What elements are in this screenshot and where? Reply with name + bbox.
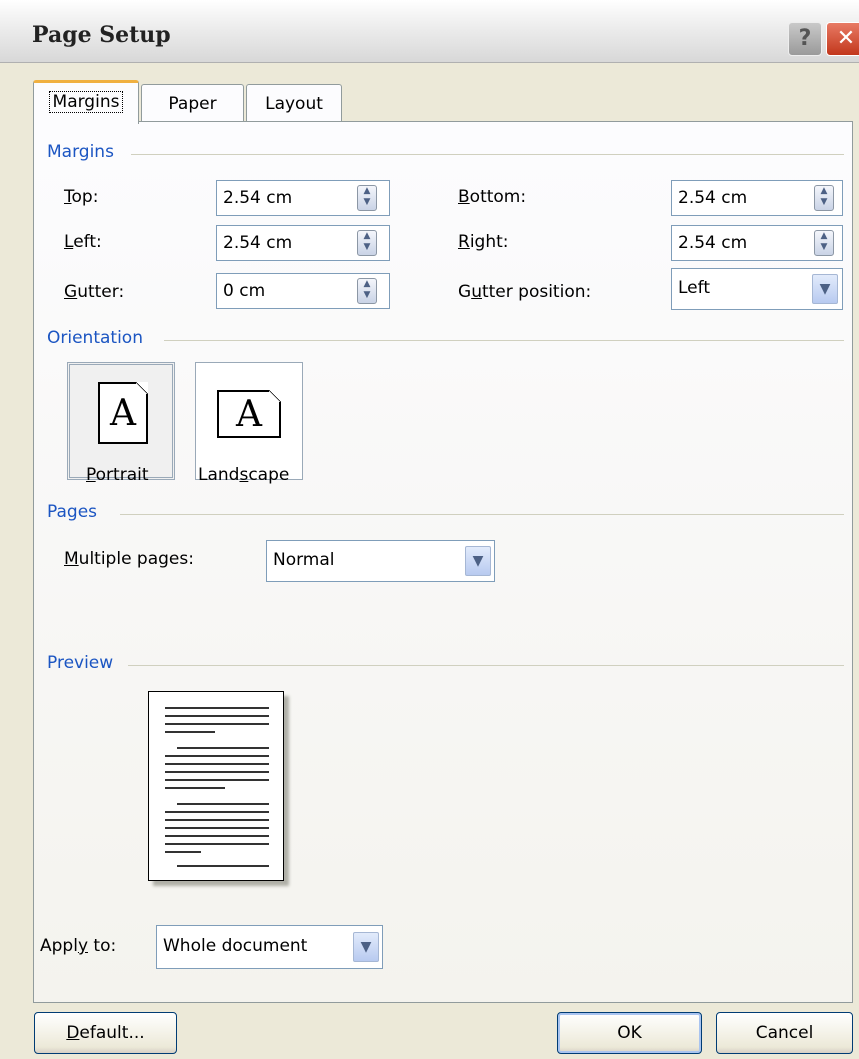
right-value: 2.54 cm xyxy=(678,233,748,253)
apply-to-label: Apply to: xyxy=(40,936,117,956)
help-button[interactable]: ? xyxy=(788,22,822,56)
left-label: Left: xyxy=(64,232,102,252)
landscape-option[interactable]: A xyxy=(195,362,303,480)
gutter-value: 0 cm xyxy=(223,281,266,301)
multiple-pages-select[interactable]: Normal xyxy=(266,540,495,582)
portrait-option[interactable]: A xyxy=(67,362,175,480)
default-button[interactable]: Default... xyxy=(34,1012,177,1054)
tab-margins[interactable]: Margins xyxy=(33,80,139,124)
preview-divider xyxy=(128,665,844,666)
margins-divider xyxy=(131,154,844,155)
orientation-divider xyxy=(164,340,844,341)
bottom-spin-icon[interactable]: ▲ ▼ xyxy=(814,185,834,211)
top-label: Top: xyxy=(64,187,99,207)
preview-page-thumbnail xyxy=(148,691,284,881)
tab-paper-label: Paper xyxy=(168,94,217,114)
tab-margins-label: Margins xyxy=(48,91,124,113)
gutter-position-label: Gutter position: xyxy=(458,282,592,302)
tab-paper[interactable]: Paper xyxy=(141,84,244,124)
gutter-label: Gutter: xyxy=(64,282,125,302)
multiple-pages-label: Multiple pages: xyxy=(64,549,194,569)
portrait-page-icon: A xyxy=(98,382,148,444)
apply-to-value: Whole document xyxy=(163,936,308,956)
ok-button[interactable]: OK xyxy=(557,1012,702,1054)
cancel-button[interactable]: Cancel xyxy=(716,1012,853,1054)
tab-layout[interactable]: Layout xyxy=(246,84,342,124)
chevron-down-icon[interactable]: ▼ xyxy=(465,546,491,576)
gutter-spin-icon[interactable]: ▲ ▼ xyxy=(357,278,377,304)
pages-heading: Pages xyxy=(47,502,98,522)
gutter-position-value: Left xyxy=(678,278,710,298)
top-value: 2.54 cm xyxy=(223,188,293,208)
preview-heading: Preview xyxy=(47,653,114,673)
apply-to-select[interactable]: Whole document xyxy=(156,925,383,969)
left-value: 2.54 cm xyxy=(223,233,293,253)
pages-divider xyxy=(120,514,844,515)
portrait-label[interactable]: Portrait xyxy=(86,465,149,485)
orientation-heading: Orientation xyxy=(47,328,143,348)
landscape-label[interactable]: Landscape xyxy=(198,465,289,485)
chevron-down-icon[interactable]: ▼ xyxy=(812,274,838,304)
top-spin-icon[interactable]: ▲ ▼ xyxy=(357,185,377,211)
chevron-down-icon[interactable]: ▼ xyxy=(353,932,379,962)
dialog-title: Page Setup xyxy=(32,22,171,48)
margins-heading: Margins xyxy=(47,142,114,162)
title-bar: Page Setup ? ✕ xyxy=(0,0,859,63)
tab-layout-label: Layout xyxy=(265,94,323,114)
bottom-value: 2.54 cm xyxy=(678,188,748,208)
close-button[interactable]: ✕ xyxy=(826,22,859,56)
left-spin-icon[interactable]: ▲ ▼ xyxy=(357,230,377,256)
right-label: Right: xyxy=(458,232,509,252)
right-spin-icon[interactable]: ▲ ▼ xyxy=(814,230,834,256)
landscape-page-icon: A xyxy=(217,390,281,438)
multiple-pages-value: Normal xyxy=(273,550,335,570)
bottom-label: Bottom: xyxy=(458,187,527,207)
